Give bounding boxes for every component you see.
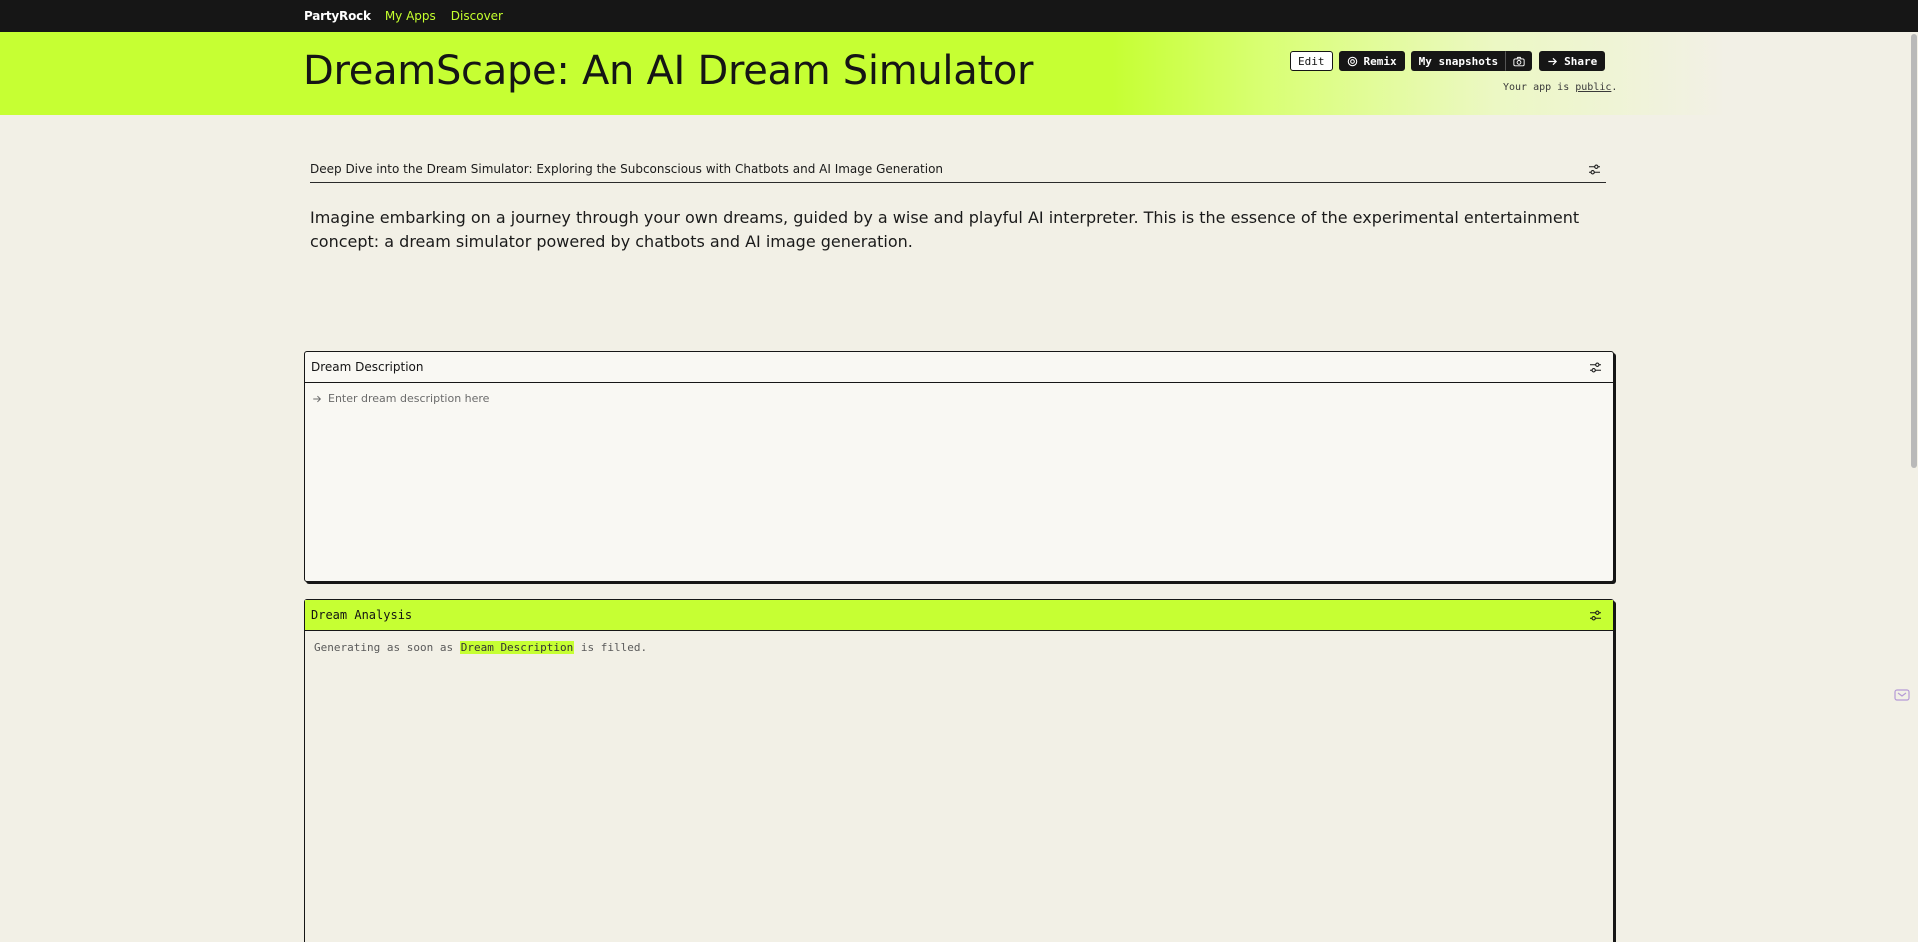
dream-description-header: Dream Description [305,352,1613,383]
edit-button[interactable]: Edit [1290,51,1333,71]
page-title: DreamScape: An AI Dream Simulator [303,48,1034,94]
generation-status-prefix: Generating as soon as [314,641,454,654]
header-actions: Edit Remix My snapshots Share [1290,51,1606,71]
settings-sliders-icon[interactable] [1589,610,1607,621]
dream-analysis-label: Dream Analysis [311,608,413,622]
intro-widget-header: Deep Dive into the Dream Simulator: Expl… [310,156,1606,183]
my-snapshots-label: My snapshots [1418,54,1499,68]
share-arrow-icon [1547,56,1558,67]
my-snapshots-button[interactable]: My snapshots [1410,51,1507,71]
nav-link-discover[interactable]: Discover [451,9,503,23]
brand-logo[interactable]: PartyRock [304,9,371,23]
dream-description-widget: Dream Description [304,351,1614,582]
floating-widget-icon[interactable] [1893,686,1911,704]
visibility-link[interactable]: public [1575,82,1611,93]
snapshots-group: My snapshots [1410,51,1533,71]
settings-sliders-icon[interactable] [1588,164,1606,175]
top-navigation: PartyRock My Apps Discover [0,0,1918,32]
edit-button-label: Edit [1298,54,1325,68]
visibility-note: Your app is public. [1503,82,1617,93]
nav-link-my-apps[interactable]: My Apps [385,9,436,23]
remix-button[interactable]: Remix [1338,51,1405,71]
generation-status-suffix: is filled. [580,641,648,654]
intro-heading: Deep Dive into the Dream Simulator: Expl… [310,162,944,176]
dream-analysis-widget: Dream Analysis Generating as soon as Dre… [304,599,1614,942]
share-button-label: Share [1564,54,1598,68]
visibility-prefix: Your app is [1503,82,1570,93]
dream-description-label: Dream Description [311,360,424,374]
app-header: DreamScape: An AI Dream Simulator Edit R… [0,32,1918,115]
take-snapshot-button[interactable] [1506,51,1533,71]
camera-icon [1513,56,1525,67]
scrollbar-thumb[interactable] [1911,34,1917,468]
arrow-right-icon [312,394,322,404]
remix-icon [1347,56,1358,67]
dream-analysis-header: Dream Analysis [305,600,1613,631]
visibility-suffix: . [1611,82,1618,93]
settings-sliders-icon[interactable] [1589,362,1607,373]
share-button[interactable]: Share [1539,51,1606,71]
dream-description-input-row [312,392,1613,405]
intro-body: Imagine embarking on a journey through y… [310,208,1580,251]
dream-description-input[interactable] [328,392,1528,405]
remix-button-label: Remix [1363,54,1397,68]
generation-status: Generating as soon as Dream Description … [314,641,1613,654]
generation-status-ref: Dream Description [459,641,575,654]
